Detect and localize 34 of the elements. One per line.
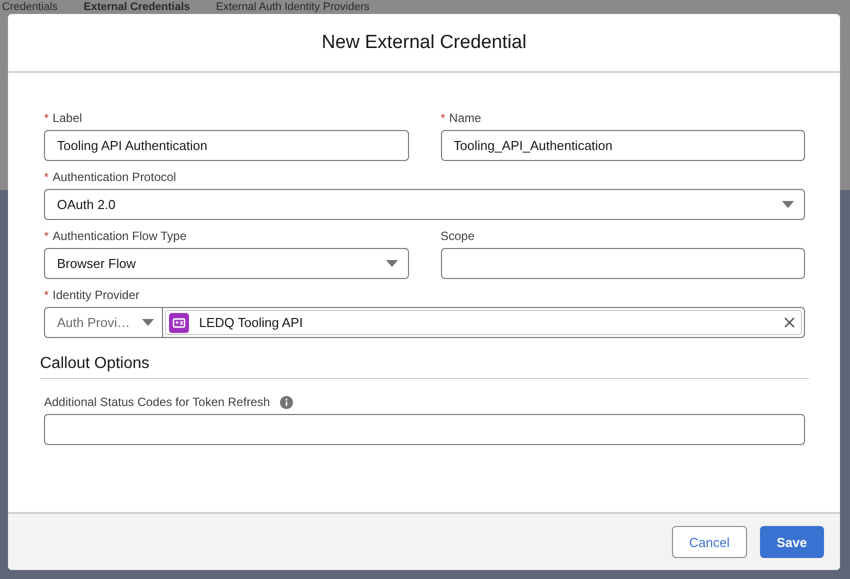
field-label: Label bbox=[52, 111, 82, 125]
combobox[interactable]: Browser Flow bbox=[44, 248, 408, 279]
field-label: Scope bbox=[440, 229, 475, 243]
id-card-icon bbox=[169, 312, 189, 332]
required-mark: * bbox=[44, 170, 49, 184]
caret-down-icon bbox=[142, 319, 154, 326]
text-field[interactable]: Tooling API Authentication bbox=[44, 130, 408, 161]
field-label: Name bbox=[449, 111, 482, 125]
required-mark: * bbox=[44, 288, 49, 302]
secondary-button[interactable]: Cancel bbox=[672, 526, 747, 558]
field-label: Identity Provider bbox=[52, 288, 140, 302]
primary-button[interactable]: Save bbox=[760, 526, 824, 558]
required-mark: * bbox=[44, 111, 49, 125]
text-field[interactable] bbox=[440, 248, 805, 279]
combobox[interactable]: OAuth 2.0 bbox=[44, 189, 805, 220]
section-heading: Callout Options bbox=[40, 355, 809, 379]
info-icon[interactable] bbox=[280, 396, 293, 408]
caret-down-icon bbox=[782, 201, 794, 208]
required-mark: * bbox=[44, 229, 49, 243]
required-mark: * bbox=[440, 111, 446, 125]
text-field[interactable]: Tooling_API_Authentication bbox=[440, 130, 805, 161]
page-tab[interactable]: Credentials bbox=[2, 0, 58, 12]
text-field[interactable] bbox=[44, 414, 805, 445]
selected-pill[interactable]: LEDQ Tooling API bbox=[165, 310, 802, 335]
field-label: Authentication Flow Type bbox=[52, 229, 187, 243]
field-label: Additional Status Codes for Token Refresh bbox=[44, 395, 270, 409]
page-tab[interactable]: External Credentials bbox=[84, 0, 190, 12]
field-label: Authentication Protocol bbox=[52, 170, 176, 184]
close-icon[interactable] bbox=[784, 317, 795, 328]
lookup-field[interactable]: Auth Provi… LEDQ Tooling API bbox=[44, 307, 805, 338]
page-tab[interactable]: External Auth Identity Providers bbox=[216, 0, 370, 12]
caret-down-icon bbox=[386, 260, 398, 267]
modal-title: New External Credential bbox=[322, 32, 526, 54]
type-selector[interactable]: Auth Provi… bbox=[57, 315, 130, 330]
